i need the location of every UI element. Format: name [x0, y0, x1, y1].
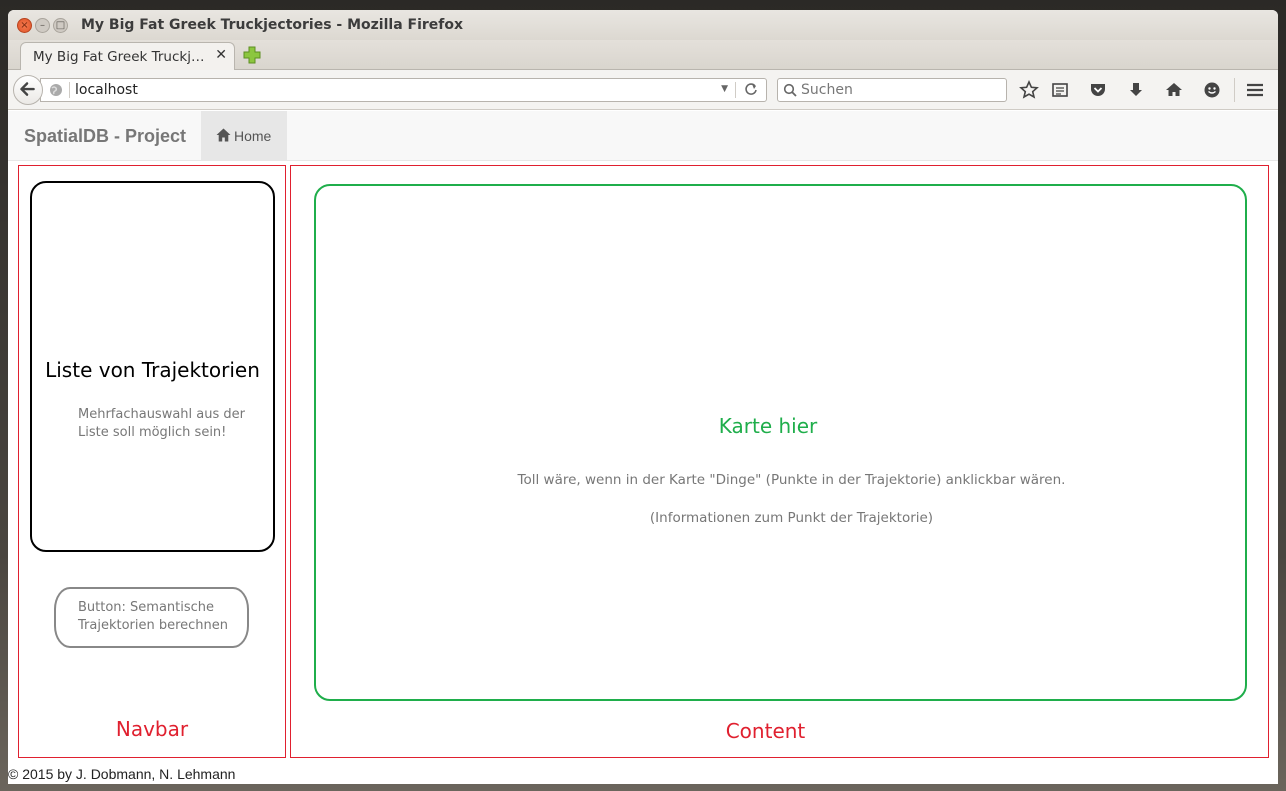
trajectory-list[interactable]: Liste von Trajektorien Mehrfachauswahl a… [30, 181, 275, 552]
footer-copyright: © 2015 by J. Dobmann, N. Lehmann [8, 766, 236, 782]
back-button[interactable] [13, 75, 43, 105]
new-tab-icon[interactable] [242, 45, 262, 65]
tab-bar: My Big Fat Greek Truckj… ✕ [8, 40, 1278, 71]
window-title: My Big Fat Greek Truckjectories - Mozill… [81, 17, 464, 33]
content-caption: Content [725, 719, 806, 743]
window-maximize-button[interactable]: □ [53, 18, 68, 33]
dropdown-icon[interactable]: ▼ [721, 84, 728, 94]
content-panel: Karte hier Toll wäre, wenn in der Karte … [290, 165, 1269, 758]
tab-active[interactable]: My Big Fat Greek Truckj… ✕ [20, 42, 235, 71]
download-icon[interactable] [1126, 80, 1146, 100]
globe-icon [50, 84, 62, 96]
search-placeholder: Suchen [801, 82, 853, 98]
trajectory-list-note: Mehrfachauswahl aus der Liste soll mögli… [78, 407, 245, 440]
map-note-1: Toll wäre, wenn in der Karte "Dinge" (Pu… [517, 472, 1066, 488]
search-input[interactable]: Suchen [777, 78, 1007, 102]
map-area[interactable]: Karte hier Toll wäre, wenn in der Karte … [314, 184, 1247, 701]
semantic-trajectories-button-label: Button: Semantische Trajektorien berechn… [78, 600, 229, 633]
bookmark-star-icon[interactable] [1019, 80, 1039, 100]
browser-window: × – □ My Big Fat Greek Truckjectories - … [8, 10, 1278, 784]
navbar-panel: Liste von Trajektorien Mehrfachauswahl a… [18, 165, 286, 758]
map-note-2: (Informationen zum Punkt der Trajektorie… [649, 510, 934, 526]
navigation-toolbar: localhost ▼ Suchen [8, 70, 1278, 110]
url-bar[interactable]: localhost ▼ [40, 78, 767, 102]
semantic-trajectories-button[interactable]: Button: Semantische Trajektorien berechn… [54, 587, 249, 648]
site-brand[interactable]: SpatialDB - Project [24, 126, 186, 147]
back-icon [20, 82, 35, 96]
window-close-button[interactable]: × [17, 18, 32, 33]
trajectory-list-title: Liste von Trajektorien [45, 358, 260, 382]
nav-home-label: Home [234, 128, 272, 144]
url-text[interactable]: localhost [75, 82, 138, 98]
menu-icon[interactable] [1245, 80, 1265, 100]
search-icon [783, 83, 797, 97]
tab-title: My Big Fat Greek Truckj… [33, 49, 205, 65]
nav-item-home[interactable]: Home [201, 111, 287, 161]
hello-icon[interactable] [1202, 80, 1222, 100]
toolbar-separator [1234, 78, 1235, 102]
navbar-caption: Navbar [115, 717, 189, 741]
map-title: Karte hier [718, 414, 818, 438]
reading-list-icon[interactable] [1050, 80, 1070, 100]
url-separator [735, 82, 736, 98]
web-page: SpatialDB - Project Home Liste von Traje… [8, 111, 1278, 784]
title-bar: × – □ My Big Fat Greek Truckjectories - … [8, 10, 1278, 40]
url-separator [69, 82, 70, 98]
home-icon[interactable] [1164, 80, 1184, 100]
pocket-icon[interactable] [1088, 80, 1108, 100]
tab-close-icon[interactable]: ✕ [215, 47, 227, 63]
reload-icon[interactable] [744, 82, 758, 96]
window-minimize-button[interactable]: – [35, 18, 50, 33]
site-navbar: SpatialDB - Project Home [8, 111, 1278, 161]
home-icon [216, 128, 231, 142]
